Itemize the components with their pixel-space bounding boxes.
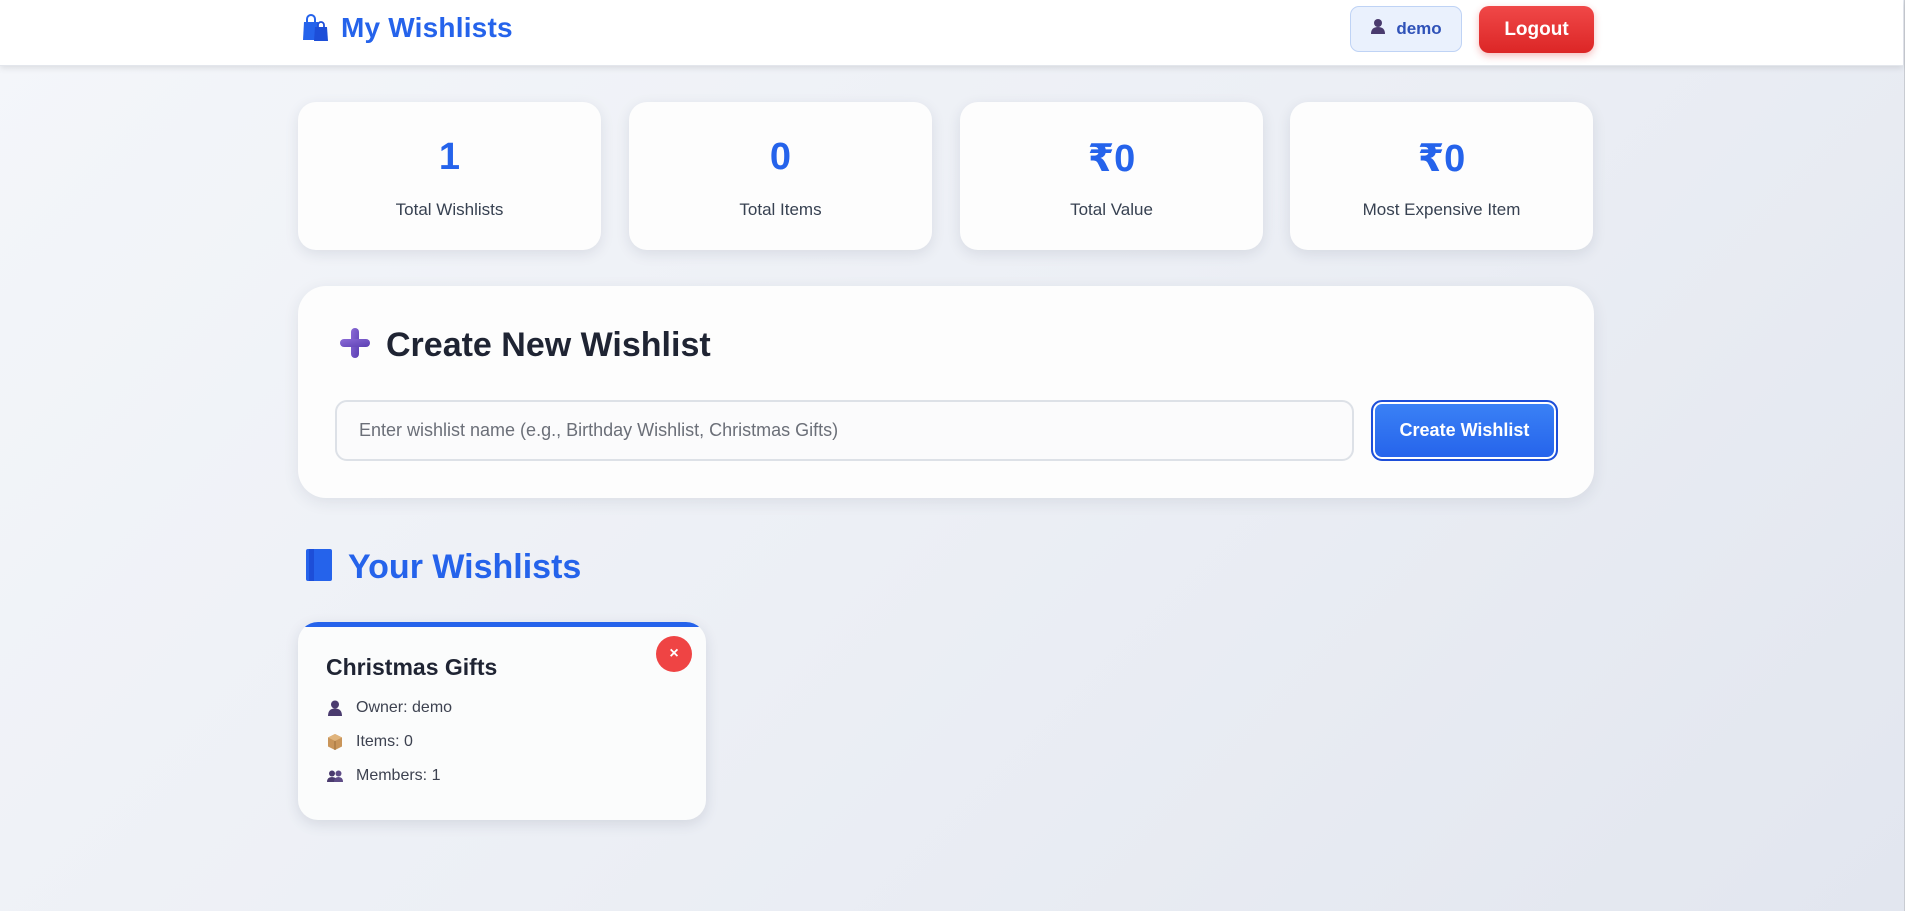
wishlist-name: Christmas Gifts [326, 654, 498, 680]
owner-text: Owner: demo [356, 699, 453, 716]
stat-card-total-wishlists: 1 Total Wishlists [298, 102, 601, 250]
plus-icon [338, 326, 372, 365]
user-name: demo [1396, 19, 1442, 38]
stat-value: 0 [769, 136, 792, 178]
create-wishlist-heading: Create New Wishlist [338, 326, 711, 365]
brand[interactable]: My Wishlists [301, 12, 513, 44]
wishlist-items-count: Items: 0 [326, 733, 413, 751]
create-wishlist-title: Create New Wishlist [386, 326, 711, 364]
create-wishlist-panel: Create New Wishlist Create Wishlist [298, 286, 1594, 498]
stat-value: 1 [438, 136, 461, 178]
user-silhouette-icon [1370, 18, 1386, 40]
section-title: Your Wishlists [348, 548, 582, 586]
members-text: Members: 1 [356, 767, 441, 784]
wishlist-owner: Owner: demo [326, 699, 452, 717]
stat-value: ₹0 [1417, 138, 1466, 180]
bookmark-icon [306, 549, 332, 586]
stat-card-total-value: ₹0 Total Value [960, 102, 1263, 250]
user-silhouette-icon [326, 699, 344, 717]
close-icon: × [669, 645, 679, 662]
card-accent-bar [298, 622, 706, 627]
stat-value: ₹0 [1087, 138, 1136, 180]
stat-label: Total Items [739, 200, 822, 219]
stat-card-total-items: 0 Total Items [629, 102, 932, 250]
delete-wishlist-button[interactable]: × [656, 636, 692, 672]
wishlist-name-input[interactable] [335, 400, 1354, 461]
stat-label: Total Wishlists [395, 200, 504, 219]
wishlist-members-count: Members: 1 [326, 767, 440, 785]
wishlist-card[interactable]: Christmas Gifts × Owner: demo Items: 0 M… [298, 622, 706, 820]
create-wishlist-button[interactable]: Create Wishlist [1371, 400, 1558, 461]
stat-card-most-expensive: ₹0 Most Expensive Item [1290, 102, 1593, 250]
top-navbar: My Wishlists demo Logout [0, 0, 1903, 66]
user-menu-button[interactable]: demo [1350, 6, 1462, 52]
two-users-icon [326, 767, 344, 785]
stat-label: Total Value [1070, 200, 1153, 219]
shopping-bags-icon [301, 13, 331, 43]
stat-label: Most Expensive Item [1362, 200, 1521, 219]
your-wishlists-heading: Your Wishlists [306, 548, 581, 587]
items-text: Items: 0 [356, 733, 413, 750]
package-box-icon [326, 733, 344, 751]
logout-button[interactable]: Logout [1479, 6, 1594, 53]
app-title: My Wishlists [341, 12, 513, 43]
